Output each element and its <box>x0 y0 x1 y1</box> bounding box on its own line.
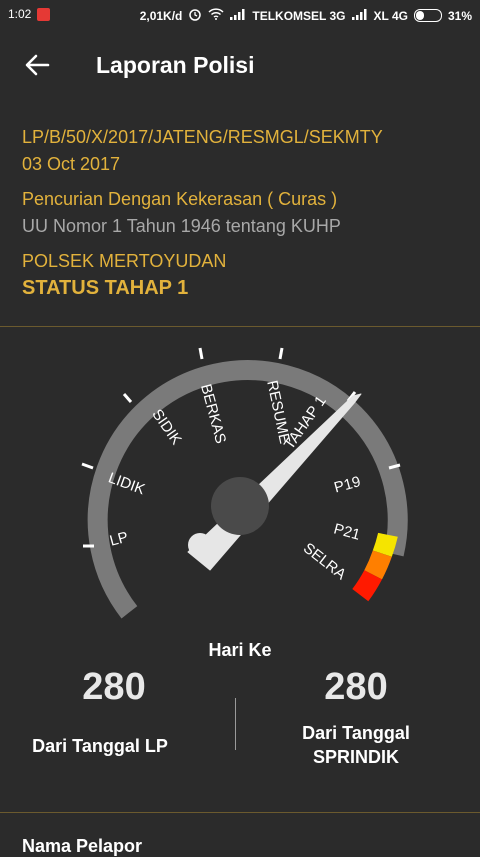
battery-icon <box>413 9 442 22</box>
days-since-lp: 280 <box>82 666 146 708</box>
notification-app-icon <box>37 7 51 21</box>
law-reference: UU Nomor 1 Tahun 1946 tentang KUHP <box>22 216 341 236</box>
status-stage: STATUS TAHAP 1 <box>22 277 189 299</box>
tick <box>278 347 284 360</box>
network-speed: 2,01K/d <box>139 8 183 23</box>
needle-tail <box>188 533 212 557</box>
day-count-label: Hari Ke <box>208 640 272 660</box>
page-title: Laporan Polisi <box>96 52 255 78</box>
stage-label-selra: SELRA <box>300 540 349 584</box>
stage-gauge: LP LIDIK SIDIK BERKAS RESUME TAHAP 1 P19… <box>0 330 480 635</box>
days-since-sprindik-label-2: SPRINDIK <box>312 747 399 767</box>
divider <box>0 812 480 813</box>
days-since-sprindik-label-1: Dari Tanggal <box>302 723 410 743</box>
wifi-icon <box>208 8 224 23</box>
stage-label-lidik: LIDIK <box>106 469 147 498</box>
crime-type: Pencurian Dengan Kekerasan ( Curas ) <box>22 189 338 209</box>
app-bar: Laporan Polisi <box>0 28 480 104</box>
tick <box>198 347 204 360</box>
stage-label-sidik: SIDIK <box>148 406 184 448</box>
report-number: LP/B/50/X/2017/JATENG/RESMGL/SEKMTY <box>22 127 383 147</box>
stage-label-berkas: BERKAS <box>197 382 229 445</box>
report-summary: LP/B/50/X/2017/JATENG/RESMGL/SEKMTY 03 O… <box>22 124 462 300</box>
battery-level: 31% <box>447 8 472 23</box>
days-since-sprindik: 280 <box>324 666 388 708</box>
days-since-sprindik-label: Dari Tanggal SPRINDIK <box>246 721 466 769</box>
clock: 1:02 <box>8 7 32 21</box>
alarm-icon <box>188 7 202 24</box>
carrier-2: XL 4G <box>373 8 408 23</box>
signal-icon <box>351 8 368 23</box>
back-arrow-icon[interactable] <box>22 50 52 80</box>
stage-label-lp: LP <box>108 529 130 550</box>
status-bar: 1:02 2,01K/d TELKOMSEL 3G XL 4G 31% <box>0 0 480 28</box>
days-since-lp-label: Dari Tanggal LP <box>32 736 168 756</box>
vertical-separator <box>235 698 236 750</box>
report-date: 03 Oct 2017 <box>22 154 121 174</box>
signal-icon <box>230 8 246 23</box>
tick <box>81 462 94 470</box>
tick <box>122 393 133 403</box>
stage-label-p19: P19 <box>332 473 362 496</box>
reporter-name-heading: Nama Pelapor <box>22 836 143 856</box>
carrier-1: TELKOMSEL 3G <box>252 8 346 23</box>
police-station: POLSEK MERTOYUDAN <box>22 251 227 271</box>
gauge-hub <box>211 477 269 535</box>
divider <box>0 326 480 327</box>
gauge-svg: LP LIDIK SIDIK BERKAS RESUME TAHAP 1 P19… <box>81 347 408 619</box>
stage-label-p21: P21 <box>332 520 362 543</box>
